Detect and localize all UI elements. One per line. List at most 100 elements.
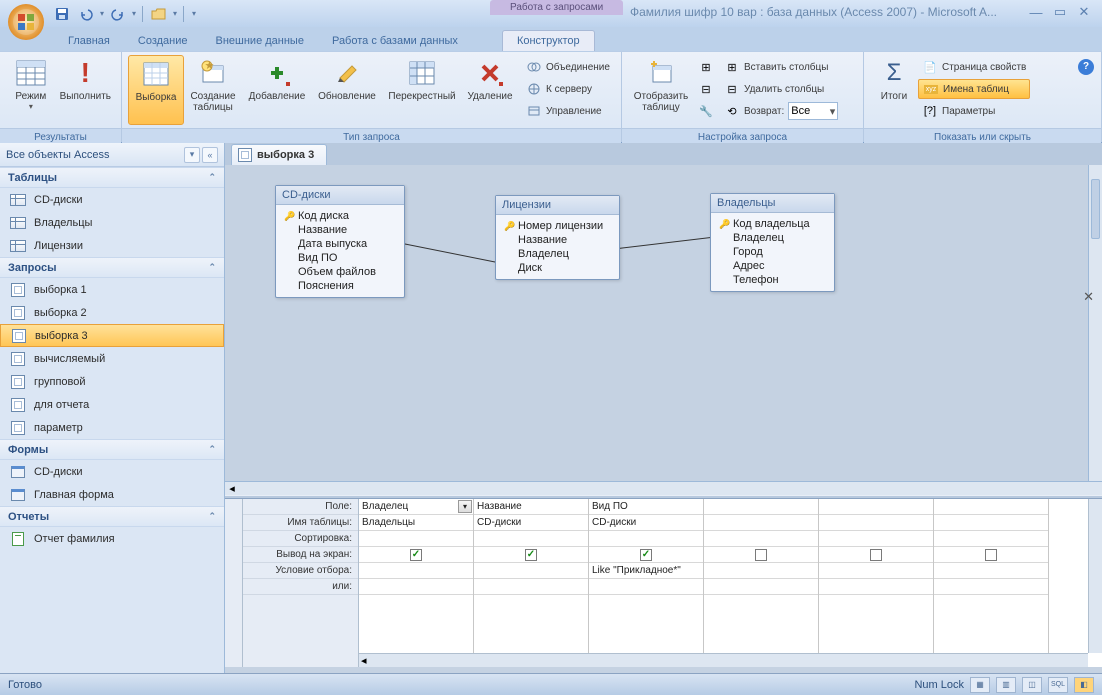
redo-icon[interactable] — [108, 4, 128, 24]
table-field[interactable]: 🔑Номер лицензии — [498, 219, 617, 233]
grid-cell-or[interactable] — [819, 579, 933, 595]
grid-cell-or[interactable] — [359, 579, 473, 595]
nav-header[interactable]: Все объекты Access ▾« — [0, 143, 224, 167]
grid-cell-table[interactable] — [934, 515, 1048, 531]
tab-home[interactable]: Главная — [54, 31, 124, 51]
undo-icon[interactable] — [76, 4, 96, 24]
grid-cell-show[interactable]: ✓ — [359, 547, 473, 563]
grid-vscroll[interactable] — [1088, 499, 1102, 653]
select-query-button[interactable]: Выборка — [128, 55, 184, 125]
grid-cell-criteria[interactable]: Like "Прикладное*" — [589, 563, 703, 579]
delete-cols-button[interactable]: ⊟Удалить столбцы — [720, 79, 842, 99]
qat-customize-icon[interactable]: ▾ — [192, 9, 196, 18]
doc-close-button[interactable]: ✕ — [1083, 289, 1094, 305]
table-field[interactable]: 🔑Код владельца — [713, 217, 832, 231]
grid-cell-sort[interactable] — [359, 531, 473, 547]
grid-cell-criteria[interactable] — [359, 563, 473, 579]
run-button[interactable]: ! Выполнить — [56, 55, 115, 125]
propsheet-button[interactable]: 📄Страница свойств — [918, 57, 1030, 77]
table-box-owners[interactable]: Владельцы 🔑Код владельцаВладелецГородАдр… — [710, 193, 835, 292]
table-field[interactable]: Диск — [498, 261, 617, 275]
table-field[interactable]: Вид ПО — [278, 251, 402, 265]
grid-cell-or[interactable] — [704, 579, 818, 595]
nav-item[interactable]: Владельцы — [0, 211, 224, 234]
grid-cell-or[interactable] — [474, 579, 588, 595]
grid-cell-sort[interactable] — [589, 531, 703, 547]
nav-dropdown-icon[interactable]: ▾ — [184, 147, 200, 163]
grid-cell-field[interactable]: Владелец▾ — [359, 499, 473, 515]
grid-cell-show[interactable]: ✓ — [589, 547, 703, 563]
tab-external[interactable]: Внешние данные — [202, 31, 318, 51]
union-button[interactable]: Объединение — [522, 57, 614, 77]
tab-create[interactable]: Создание — [124, 31, 202, 51]
table-box-cd[interactable]: CD-диски 🔑Код дискаНазваниеДата выпускаВ… — [275, 185, 405, 298]
grid-cell-show[interactable] — [934, 547, 1048, 563]
nav-group-tables[interactable]: Таблицы⌃ — [0, 167, 224, 188]
nav-item[interactable]: Главная форма — [0, 483, 224, 506]
builder-button[interactable]: 🔧 — [694, 101, 718, 121]
table-field[interactable]: Название — [278, 223, 402, 237]
nav-item[interactable]: CD-диски — [0, 188, 224, 211]
canvas-vscroll[interactable] — [1088, 165, 1102, 481]
table-box-licenses[interactable]: Лицензии 🔑Номер лицензииНазваниеВладелец… — [495, 195, 620, 280]
checkbox[interactable] — [985, 549, 997, 561]
nav-item[interactable]: выборка 3 — [0, 324, 224, 347]
grid-cell-field[interactable] — [704, 499, 818, 515]
close-button[interactable]: ✕ — [1074, 4, 1094, 20]
nav-group-forms[interactable]: Формы⌃ — [0, 439, 224, 460]
table-field[interactable]: Телефон — [713, 273, 832, 287]
grid-cell-or[interactable] — [589, 579, 703, 595]
nav-group-queries[interactable]: Запросы⌃ — [0, 257, 224, 278]
update-button[interactable]: Обновление — [312, 55, 382, 125]
tablenames-button[interactable]: xyzИмена таблиц — [918, 79, 1030, 99]
append-button[interactable]: Добавление — [242, 55, 312, 125]
grid-cell-or[interactable] — [934, 579, 1048, 595]
nav-item[interactable]: выборка 2 — [0, 301, 224, 324]
dropdown-icon[interactable]: ▾ — [458, 500, 472, 513]
open-folder-icon[interactable] — [149, 4, 169, 24]
delete-rows-button[interactable]: ⊟ — [694, 79, 718, 99]
passthrough-button[interactable]: К серверу — [522, 79, 614, 99]
table-field[interactable]: Дата выпуска — [278, 237, 402, 251]
grid-hscroll[interactable]: ◂ — [359, 653, 1088, 667]
view-datasheet-icon[interactable]: ▦ — [970, 677, 990, 693]
nav-item[interactable]: для отчета — [0, 393, 224, 416]
checkbox[interactable] — [755, 549, 767, 561]
grid-cell-show[interactable] — [819, 547, 933, 563]
crosstab-button[interactable]: Перекрестный — [382, 55, 462, 125]
nav-item[interactable]: Лицензии — [0, 234, 224, 257]
checkbox[interactable] — [870, 549, 882, 561]
office-button[interactable] — [6, 2, 46, 42]
doc-tab[interactable]: выборка 3 — [231, 144, 327, 165]
view-pivot-icon[interactable]: ▥ — [996, 677, 1016, 693]
tab-dbtools[interactable]: Работа с базами данных — [318, 31, 472, 51]
grid-cell-field[interactable] — [934, 499, 1048, 515]
nav-collapse-icon[interactable]: « — [202, 147, 218, 163]
grid-cell-show[interactable] — [704, 547, 818, 563]
table-field[interactable]: Владелец — [498, 247, 617, 261]
nav-item[interactable]: выборка 1 — [0, 278, 224, 301]
insert-rows-button[interactable]: ⊞ — [694, 57, 718, 77]
view-button[interactable]: Режим ▾ — [6, 55, 56, 125]
grid-cell-table[interactable]: CD-диски — [474, 515, 588, 531]
relationship-canvas[interactable]: CD-диски 🔑Код дискаНазваниеДата выпускаВ… — [225, 165, 1088, 481]
return-combo[interactable]: Все▾ — [788, 102, 838, 120]
grid-cell-sort[interactable] — [819, 531, 933, 547]
grid-cell-criteria[interactable] — [474, 563, 588, 579]
checkbox[interactable]: ✓ — [640, 549, 652, 561]
table-field[interactable]: Адрес — [713, 259, 832, 273]
nav-item[interactable]: параметр — [0, 416, 224, 439]
grid-cell-criteria[interactable] — [704, 563, 818, 579]
nav-item[interactable]: Отчет фамилия — [0, 527, 224, 550]
datadef-button[interactable]: Управление — [522, 101, 614, 121]
table-field[interactable]: Объем файлов — [278, 265, 402, 279]
view-chart-icon[interactable]: ◫ — [1022, 677, 1042, 693]
table-field[interactable]: Владелец — [713, 231, 832, 245]
table-field[interactable]: Пояснения — [278, 279, 402, 293]
grid-cell-table[interactable]: Владельцы — [359, 515, 473, 531]
nav-item[interactable]: CD-диски — [0, 460, 224, 483]
table-field[interactable]: Название — [498, 233, 617, 247]
checkbox[interactable]: ✓ — [410, 549, 422, 561]
insert-cols-button[interactable]: ⊞Вставить столбцы — [720, 57, 842, 77]
grid-cell-sort[interactable] — [474, 531, 588, 547]
